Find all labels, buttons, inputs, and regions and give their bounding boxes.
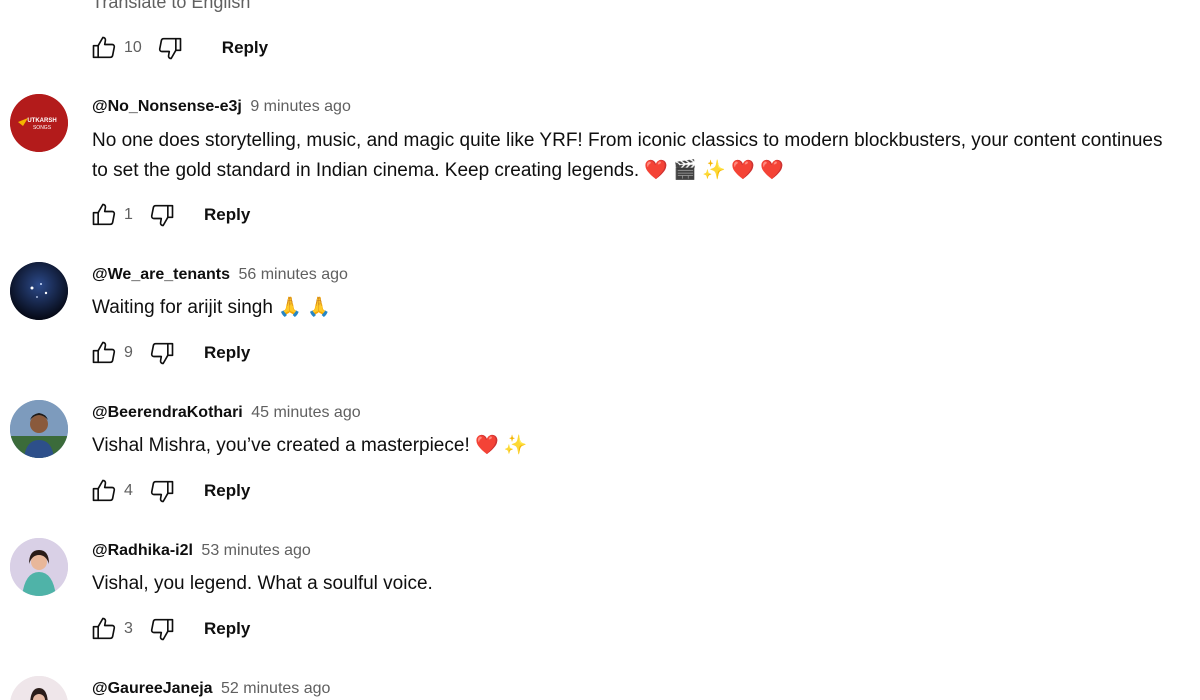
like-count: 9 bbox=[124, 344, 133, 361]
comment-header: @BeerendraKothari 45 minutes ago bbox=[92, 404, 361, 422]
comment-actions: 10 Reply bbox=[88, 33, 268, 63]
thumbs-down-icon bbox=[150, 480, 174, 503]
comment-header: @No_Nonsense-e3j 9 minutes ago bbox=[92, 98, 351, 116]
svg-text:UTKARSH: UTKARSH bbox=[27, 118, 56, 124]
avatar[interactable]: UTKARSH SONGS bbox=[10, 94, 68, 152]
avatar-image bbox=[10, 676, 68, 700]
comment-header: @Radhika-i2l 53 minutes ago bbox=[92, 542, 311, 560]
author-name[interactable]: @BeerendraKothari bbox=[92, 404, 243, 421]
thumbs-down-icon bbox=[150, 204, 174, 227]
author-name[interactable]: @GaureeJaneja bbox=[92, 680, 213, 697]
translate-link[interactable]: Translate to English bbox=[92, 0, 250, 13]
reply-button[interactable]: Reply bbox=[204, 205, 250, 225]
like-button[interactable] bbox=[88, 476, 120, 506]
comment-text: Vishal, you legend. What a soulful voice… bbox=[92, 573, 433, 594]
like-count: 4 bbox=[124, 482, 133, 499]
like-button[interactable] bbox=[88, 614, 120, 644]
comment-header: @GaureeJaneja 52 minutes ago bbox=[92, 680, 330, 698]
dislike-button[interactable] bbox=[146, 614, 178, 644]
avatar-logo: UTKARSH SONGS bbox=[10, 94, 68, 152]
comment-time[interactable]: 52 minutes ago bbox=[221, 680, 330, 697]
comment-time[interactable]: 56 minutes ago bbox=[238, 266, 347, 283]
dislike-button[interactable] bbox=[146, 338, 178, 368]
like-button[interactable] bbox=[88, 33, 120, 63]
thumbs-down-icon bbox=[150, 618, 174, 641]
author-name[interactable]: @No_Nonsense-e3j bbox=[92, 98, 242, 115]
reply-button[interactable]: Reply bbox=[204, 481, 250, 501]
comment-actions: 9 Reply bbox=[88, 338, 250, 368]
thumbs-up-icon bbox=[92, 341, 116, 364]
avatar[interactable] bbox=[10, 676, 68, 700]
avatar[interactable] bbox=[10, 400, 68, 458]
reply-button[interactable]: Reply bbox=[222, 38, 268, 58]
svg-text:SONGS: SONGS bbox=[33, 125, 52, 131]
comment-header: @We_are_tenants 56 minutes ago bbox=[92, 266, 348, 284]
avatar-image bbox=[10, 262, 68, 320]
comment-time[interactable]: 45 minutes ago bbox=[251, 404, 360, 421]
dislike-button[interactable] bbox=[154, 33, 186, 63]
thumbs-down-icon bbox=[150, 342, 174, 365]
comment-actions: 1 Reply bbox=[88, 200, 250, 230]
comments-page: Translate to English 10 Reply UTKARSH SO… bbox=[0, 0, 1200, 700]
like-count: 3 bbox=[124, 620, 133, 637]
comment-text: Waiting for arijit singh 🙏 🙏 bbox=[92, 297, 331, 318]
thumbs-up-icon bbox=[92, 203, 116, 226]
dislike-button[interactable] bbox=[146, 200, 178, 230]
thumbs-down-icon bbox=[158, 37, 182, 60]
like-count: 10 bbox=[124, 39, 142, 56]
comment-actions: 3 Reply bbox=[88, 614, 250, 644]
avatar-image bbox=[10, 538, 68, 596]
comment-time[interactable]: 53 minutes ago bbox=[201, 542, 310, 559]
dislike-button[interactable] bbox=[146, 476, 178, 506]
like-button[interactable] bbox=[88, 338, 120, 368]
reply-button[interactable]: Reply bbox=[204, 343, 250, 363]
author-name[interactable]: @We_are_tenants bbox=[92, 266, 230, 283]
avatar-image bbox=[10, 400, 68, 458]
comment-actions: 4 Reply bbox=[88, 476, 250, 506]
author-name[interactable]: @Radhika-i2l bbox=[92, 542, 193, 559]
comment-text: Vishal Mishra, you’ve created a masterpi… bbox=[92, 435, 528, 456]
thumbs-up-icon bbox=[92, 36, 116, 59]
avatar[interactable] bbox=[10, 262, 68, 320]
like-button[interactable] bbox=[88, 200, 120, 230]
thumbs-up-icon bbox=[92, 617, 116, 640]
reply-button[interactable]: Reply bbox=[204, 619, 250, 639]
comment-text: No one does storytelling, music, and mag… bbox=[92, 130, 1163, 181]
comment-time[interactable]: 9 minutes ago bbox=[250, 98, 351, 115]
avatar[interactable] bbox=[10, 538, 68, 596]
like-count: 1 bbox=[124, 206, 133, 223]
thumbs-up-icon bbox=[92, 479, 116, 502]
